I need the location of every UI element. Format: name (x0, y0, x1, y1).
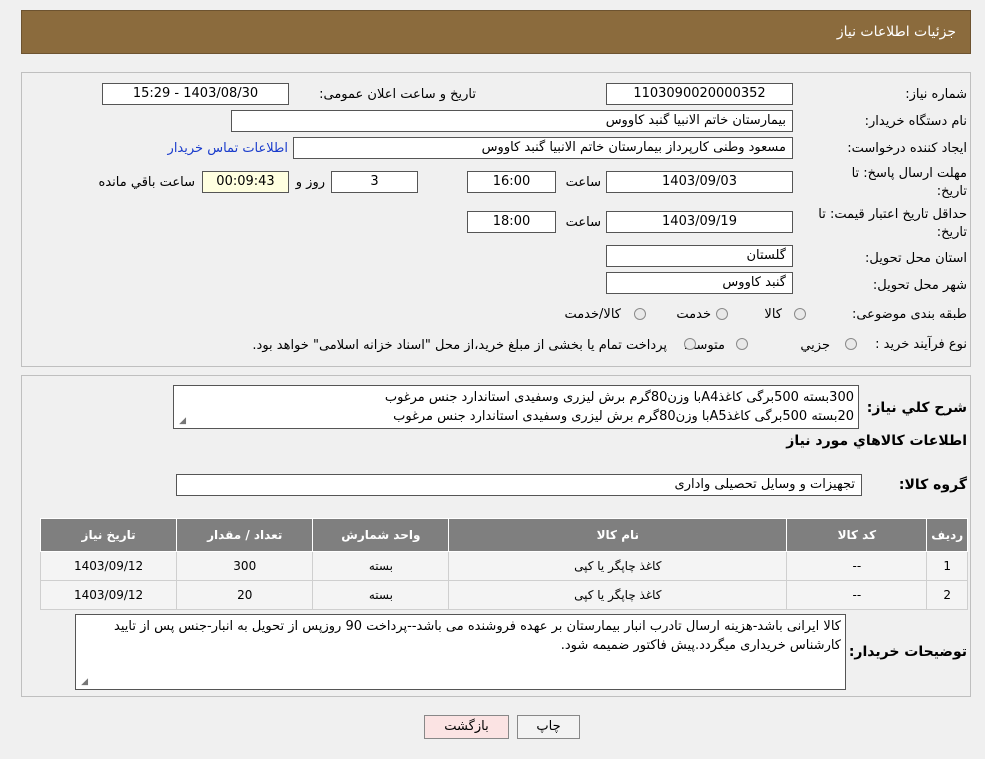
table-row: 1 -- کاغذ چاپگر یا کپی بسته 300 1403/09/… (39, 551, 968, 581)
process-radio-minor[interactable] (845, 338, 857, 350)
cell-quantity: 300 (176, 551, 314, 581)
col-item-code: کد کالا (786, 518, 928, 552)
validity-time-label: ساعت (565, 215, 601, 230)
process-radio-treasury[interactable] (684, 338, 696, 350)
items-section-title: اطلاعات كالاهاي مورد نياز (786, 433, 967, 449)
items-table: رديف کد کالا نام کالا واحد شمارش تعداد /… (39, 518, 968, 610)
process-note: پرداخت تمام یا بخشی از مبلغ خرید،از محل … (252, 338, 667, 353)
need-number-label: شماره نیاز: (905, 87, 967, 102)
buyer-notes-field: کالا ایرانی باشد-هزینه ارسال تادرب انبار… (75, 614, 846, 690)
process-type-label: نوع فرآیند خرید : (875, 337, 967, 352)
category-option-both: کالا/خدمت (564, 307, 621, 322)
cell-item-name: کاغذ چاپگر یا کپی (448, 551, 788, 581)
process-option-minor: جزيي (800, 338, 830, 353)
process-radio-medium[interactable] (736, 338, 748, 350)
general-description-label: شرح كلي نياز: (866, 400, 967, 416)
goods-group-field: تجهیزات و وسایل تحصیلی واداری (176, 474, 862, 496)
resize-grip-icon[interactable]: ◢ (79, 678, 88, 687)
validity-label-date: تاریخ: (936, 225, 967, 240)
creator-field: مسعود وطنی کارپرداز بیمارستان خاتم الانب… (293, 137, 793, 159)
table-row: 2 -- کاغذ چاپگر یا کپی بسته 20 1403/09/1… (39, 580, 968, 610)
col-unit: واحد شمارش (312, 518, 450, 552)
page-header: جزئیات اطلاعات نیاز (21, 10, 971, 54)
buyer-notes-text: کالا ایرانی باشد-هزینه ارسال تادرب انبار… (114, 619, 841, 653)
resize-grip-icon[interactable]: ◢ (177, 417, 186, 426)
cell-need-date: 1403/09/12 (39, 551, 178, 581)
buyer-contact-link[interactable]: اطلاعات تماس خریدار (168, 141, 288, 156)
description-line-1: 300بسته 500برگی کاغذA4با وزن80گرم برش لی… (384, 390, 854, 405)
deadline-label-date: تاریخ: (936, 184, 967, 199)
cell-unit: بسته (312, 551, 450, 581)
cell-row-number: 2 (926, 580, 968, 610)
category-radio-service[interactable] (716, 308, 728, 320)
description-line-2: 20بسته 500برگی کاغذA5با وزن80گرم برش لیز… (393, 409, 854, 424)
cell-item-name: کاغذ چاپگر یا کپی (448, 580, 788, 610)
validity-date-field: 1403/09/19 (606, 211, 793, 233)
buyer-org-label: نام دستگاه خریدار: (864, 114, 967, 129)
general-description-field: 300بسته 500برگی کاغذA4با وزن80گرم برش لی… (173, 385, 859, 429)
goods-group-label: گروه كالا: (898, 477, 967, 493)
cell-quantity: 20 (176, 580, 314, 610)
remaining-days-field: 3 (331, 171, 418, 193)
deadline-date-field: 1403/09/03 (606, 171, 793, 193)
print-button[interactable]: چاپ (517, 715, 580, 739)
province-label: استان محل تحویل: (865, 251, 967, 266)
col-row-number: رديف (926, 518, 968, 552)
back-button[interactable]: بازگشت (424, 715, 509, 739)
days-label: روز و (295, 175, 325, 190)
validity-time-field: 18:00 (467, 211, 556, 233)
category-radio-goods[interactable] (794, 308, 806, 320)
category-option-service: خدمت (676, 307, 711, 322)
creator-label: ایجاد کننده درخواست: (847, 141, 967, 156)
buyer-notes-label: توضیحات خریدار: (848, 644, 967, 660)
remaining-time-field: 00:09:43 (202, 171, 289, 193)
col-quantity: تعداد / مقدار (176, 518, 314, 552)
validity-label: حداقل تاریخ اعتبار قیمت: تا (818, 207, 967, 222)
category-option-goods: کالا (764, 307, 782, 322)
province-field: گلستان (606, 245, 793, 267)
col-need-date: تاريخ نياز (39, 518, 178, 552)
category-radio-both[interactable] (634, 308, 646, 320)
remaining-label: ساعت باقي مانده (98, 175, 195, 190)
deadline-time-label: ساعت (565, 175, 601, 190)
need-number-field: 1103090020000352 (606, 83, 793, 105)
cell-need-date: 1403/09/12 (39, 580, 178, 610)
deadline-time-field: 16:00 (467, 171, 556, 193)
city-field: گنبد کاووس (606, 272, 793, 294)
buyer-org-field: بیمارستان خاتم الانبیا گنبد کاووس (231, 110, 793, 132)
col-item-name: نام کالا (448, 518, 788, 552)
cell-row-number: 1 (926, 551, 968, 581)
cell-item-code: -- (786, 551, 928, 581)
items-table-header: رديف کد کالا نام کالا واحد شمارش تعداد /… (39, 518, 968, 552)
city-label: شهر محل تحویل: (872, 278, 967, 293)
announce-date-label: تاریخ و ساعت اعلان عمومی: (319, 87, 476, 102)
cell-unit: بسته (312, 580, 450, 610)
category-label: طبقه بندی موضوعی: (851, 307, 967, 322)
announce-date-field: 1403/08/30 - 15:29 (102, 83, 289, 105)
cell-item-code: -- (786, 580, 928, 610)
deadline-label: مهلت ارسال پاسخ: تا (851, 166, 967, 181)
page-title: جزئیات اطلاعات نیاز (836, 24, 956, 40)
